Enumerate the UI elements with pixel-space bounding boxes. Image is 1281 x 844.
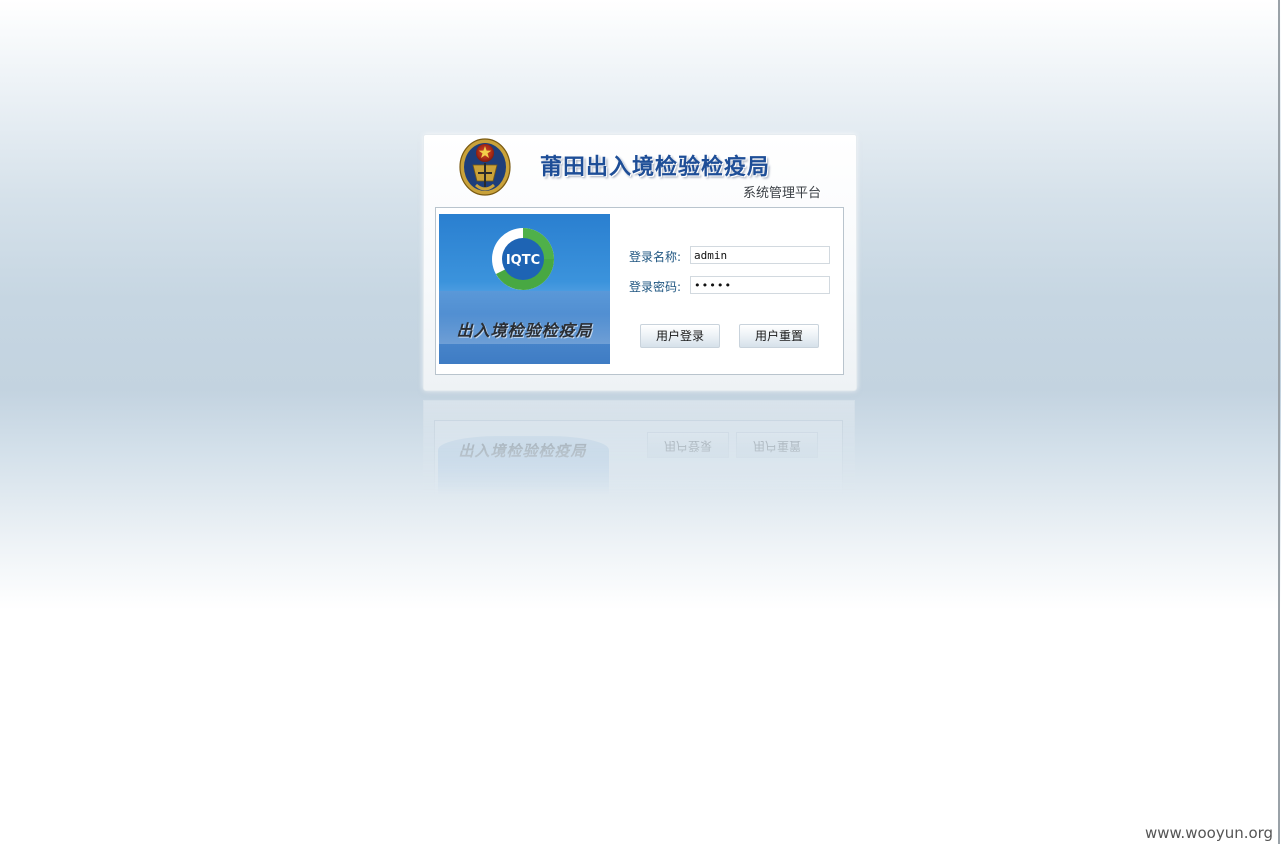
agency-banner-image: IQTC 出入境检验检疫局: [439, 214, 610, 364]
reflection-caption: 出入境检验检疫局: [458, 442, 587, 460]
username-input[interactable]: [690, 246, 830, 264]
platform-subtitle: 系统管理平台: [743, 186, 822, 201]
password-label: 登录密码:: [629, 280, 682, 294]
iqtc-badge-text: IQTC: [506, 253, 540, 268]
reflection-login-button: 用户登录: [647, 432, 729, 458]
iqtc-logo-icon: IQTC: [492, 228, 554, 290]
banner-caption: 出入境检验检疫局: [456, 321, 593, 340]
reset-button[interactable]: 用户重置: [739, 324, 819, 348]
password-input[interactable]: [690, 276, 830, 294]
login-button[interactable]: 用户登录: [640, 324, 720, 348]
agency-title: 莆田出入境检验检疫局: [540, 155, 771, 180]
username-label: 登录名称:: [629, 250, 682, 264]
watermark-text: www.wooyun.org: [1145, 824, 1274, 842]
national-emblem-icon: [459, 138, 511, 196]
login-panel: IQTC 出入境检验检疫局 登录名称: 登录密码: 用户登录 用户重置: [435, 207, 844, 375]
reflection-reset-button: 用户重置: [736, 432, 818, 458]
window-edge: [1278, 0, 1280, 844]
card-reflection: 出入境检验检疫局 用户登录 用户重置: [423, 400, 855, 495]
login-card: 莆田出入境检验检疫局 系统管理平台 IQTC 出入境检验检疫局 登录名称: 登录…: [423, 134, 857, 391]
